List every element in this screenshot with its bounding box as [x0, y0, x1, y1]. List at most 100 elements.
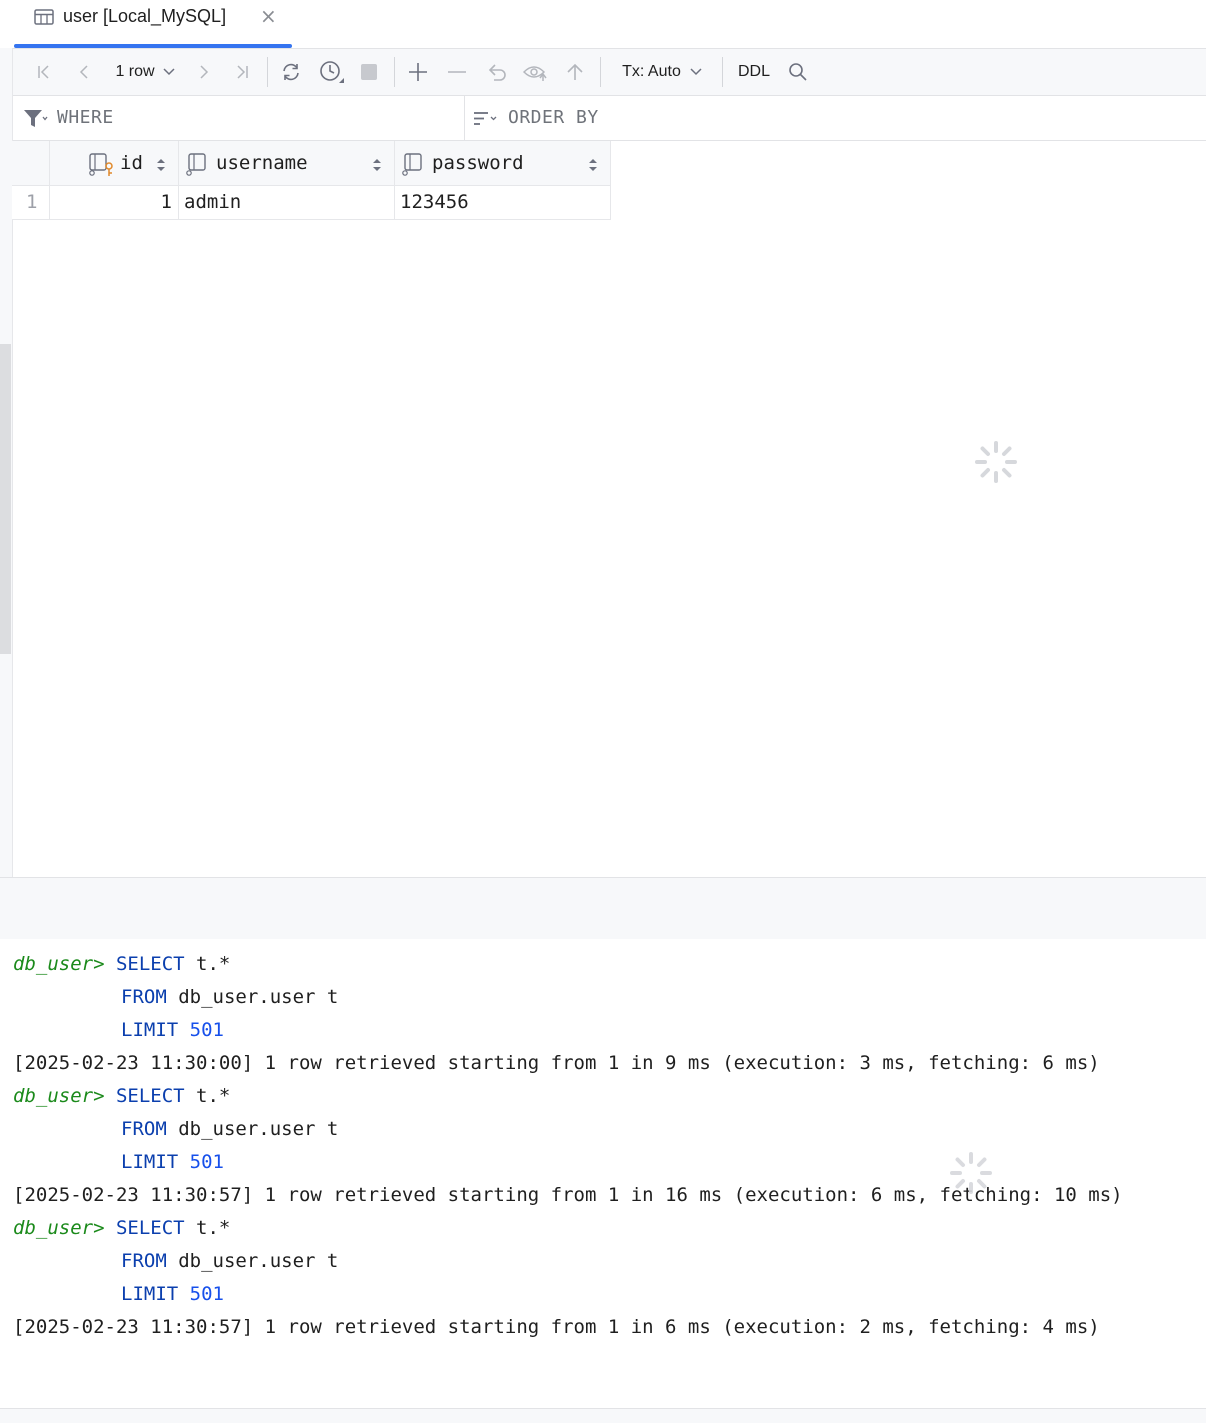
sql-keyword: LIMIT [121, 1151, 179, 1173]
next-page-button[interactable] [192, 49, 216, 95]
chevron-left-icon [76, 64, 92, 80]
table-icon [34, 8, 54, 30]
sql-text: t.* [184, 953, 231, 975]
sql-keyword: FROM [121, 1118, 167, 1140]
column-header-username[interactable]: username [179, 141, 395, 186]
console-prompt: db_user> [13, 1085, 105, 1107]
toolbar-separator [394, 57, 395, 87]
tab-user-local-mysql[interactable]: user [Local_MySQL] × [14, 0, 292, 48]
vertical-scrollbar[interactable] [0, 344, 11, 654]
plus-icon [408, 62, 428, 82]
loading-spinner-icon [974, 440, 1018, 488]
tx-mode-label: Tx: Auto [622, 63, 681, 80]
where-placeholder: WHERE [57, 107, 114, 128]
stop-button[interactable] [357, 49, 381, 95]
preview-changes-button[interactable] [522, 49, 550, 95]
toolbar-separator [267, 57, 268, 87]
sql-number: 501 [189, 1151, 224, 1173]
console-query-line: db_user> SELECT t.* [13, 948, 230, 981]
row-number-cell[interactable]: 1 [12, 186, 50, 220]
cell-value: admin [184, 191, 242, 213]
search-icon [788, 62, 808, 82]
order-by-input[interactable]: ORDER BY [465, 96, 1206, 140]
cell-value: 1 [160, 191, 172, 213]
column-name: password [432, 152, 524, 174]
column-header-password[interactable]: password [395, 141, 611, 186]
sql-keyword: SELECT [115, 1217, 185, 1239]
tab-title: user [Local_MySQL] [63, 6, 227, 26]
primary-key-column-icon [89, 153, 115, 181]
stop-icon [360, 63, 378, 81]
console-query-line: LIMIT 501 [121, 1014, 224, 1047]
table-cell-id[interactable]: 1 [50, 186, 179, 220]
sort-icon[interactable] [372, 157, 382, 176]
sql-text: db_user.user t [166, 1118, 339, 1140]
chevron-right-icon [196, 64, 212, 80]
column-name: id [120, 152, 143, 174]
toolbar-separator [722, 57, 723, 87]
first-page-button[interactable] [32, 49, 56, 95]
console-query-line: db_user> SELECT t.* [13, 1080, 230, 1113]
column-header-id[interactable]: id [50, 141, 179, 186]
sql-text: t.* [184, 1217, 231, 1239]
ddl-button[interactable]: DDL [734, 49, 774, 95]
refresh-icon [280, 62, 302, 82]
history-button[interactable] [317, 49, 347, 95]
loading-spinner-icon [949, 1151, 993, 1199]
sql-keyword: FROM [121, 1250, 167, 1272]
transaction-mode-dropdown[interactable]: Tx: Auto [612, 49, 712, 95]
sql-keyword: SELECT [115, 1085, 185, 1107]
table-cell-password[interactable]: 123456 [395, 186, 611, 220]
revert-button[interactable] [484, 49, 510, 95]
page-size-dropdown[interactable]: 1 row [110, 49, 180, 95]
active-tab-indicator [14, 44, 292, 48]
bottom-status-strip [0, 1408, 1206, 1423]
console-result-line: [2025-02-23 11:30:57] 1 row retrieved st… [13, 1316, 1100, 1338]
rows-count-label: 1 row [115, 63, 155, 80]
table-cell-username[interactable]: admin [179, 186, 395, 220]
add-row-button[interactable] [406, 49, 430, 95]
arrow-up-icon [565, 62, 585, 82]
editor-tab-bar: user [Local_MySQL] × [0, 0, 1206, 49]
delete-row-button[interactable] [445, 49, 469, 95]
eye-upload-icon [523, 62, 549, 82]
console-prompt: db_user> [13, 1217, 105, 1239]
panel-splitter[interactable] [0, 877, 1206, 940]
sql-number: 501 [189, 1019, 224, 1041]
console-prompt: db_user> [13, 953, 105, 975]
chevron-down-icon [690, 68, 702, 76]
ddl-label: DDL [737, 63, 770, 80]
previous-page-button[interactable] [72, 49, 96, 95]
sql-number: 501 [189, 1283, 224, 1305]
where-filter-input[interactable]: WHERE [12, 96, 465, 140]
filter-bar: WHERE ORDER BY [12, 96, 1206, 141]
sort-icon[interactable] [588, 157, 598, 176]
sql-keyword: LIMIT [121, 1019, 179, 1041]
submit-button[interactable] [563, 49, 587, 95]
data-editor-toolbar: 1 row Tx: Auto DDL [12, 49, 1206, 96]
row-number: 1 [26, 191, 38, 213]
search-button[interactable] [786, 49, 810, 95]
last-page-button[interactable] [230, 49, 254, 95]
last-page-icon [234, 64, 250, 80]
console-output: db_user> SELECT t.* FROM db_user.user t … [0, 939, 1206, 1409]
clock-icon [319, 60, 345, 84]
sql-keyword: LIMIT [121, 1283, 179, 1305]
filter-icon [24, 110, 48, 132]
row-number-header[interactable] [12, 141, 50, 186]
sql-text: db_user.user t [166, 1250, 339, 1272]
order-by-placeholder: ORDER BY [508, 107, 599, 128]
sort-icon[interactable] [156, 157, 166, 176]
column-icon [186, 153, 208, 181]
console-query-line: FROM db_user.user t [121, 981, 338, 1014]
reload-button[interactable] [278, 49, 304, 95]
chevron-down-icon [163, 68, 175, 76]
console-query-line: LIMIT 501 [121, 1278, 224, 1311]
close-icon[interactable]: × [260, 4, 277, 28]
console-query-line: LIMIT 501 [121, 1146, 224, 1179]
sql-text: t.* [184, 1085, 231, 1107]
column-icon [402, 153, 424, 181]
column-name: username [216, 152, 308, 174]
minus-icon [447, 62, 467, 82]
console-query-line: db_user> SELECT t.* [13, 1212, 230, 1245]
